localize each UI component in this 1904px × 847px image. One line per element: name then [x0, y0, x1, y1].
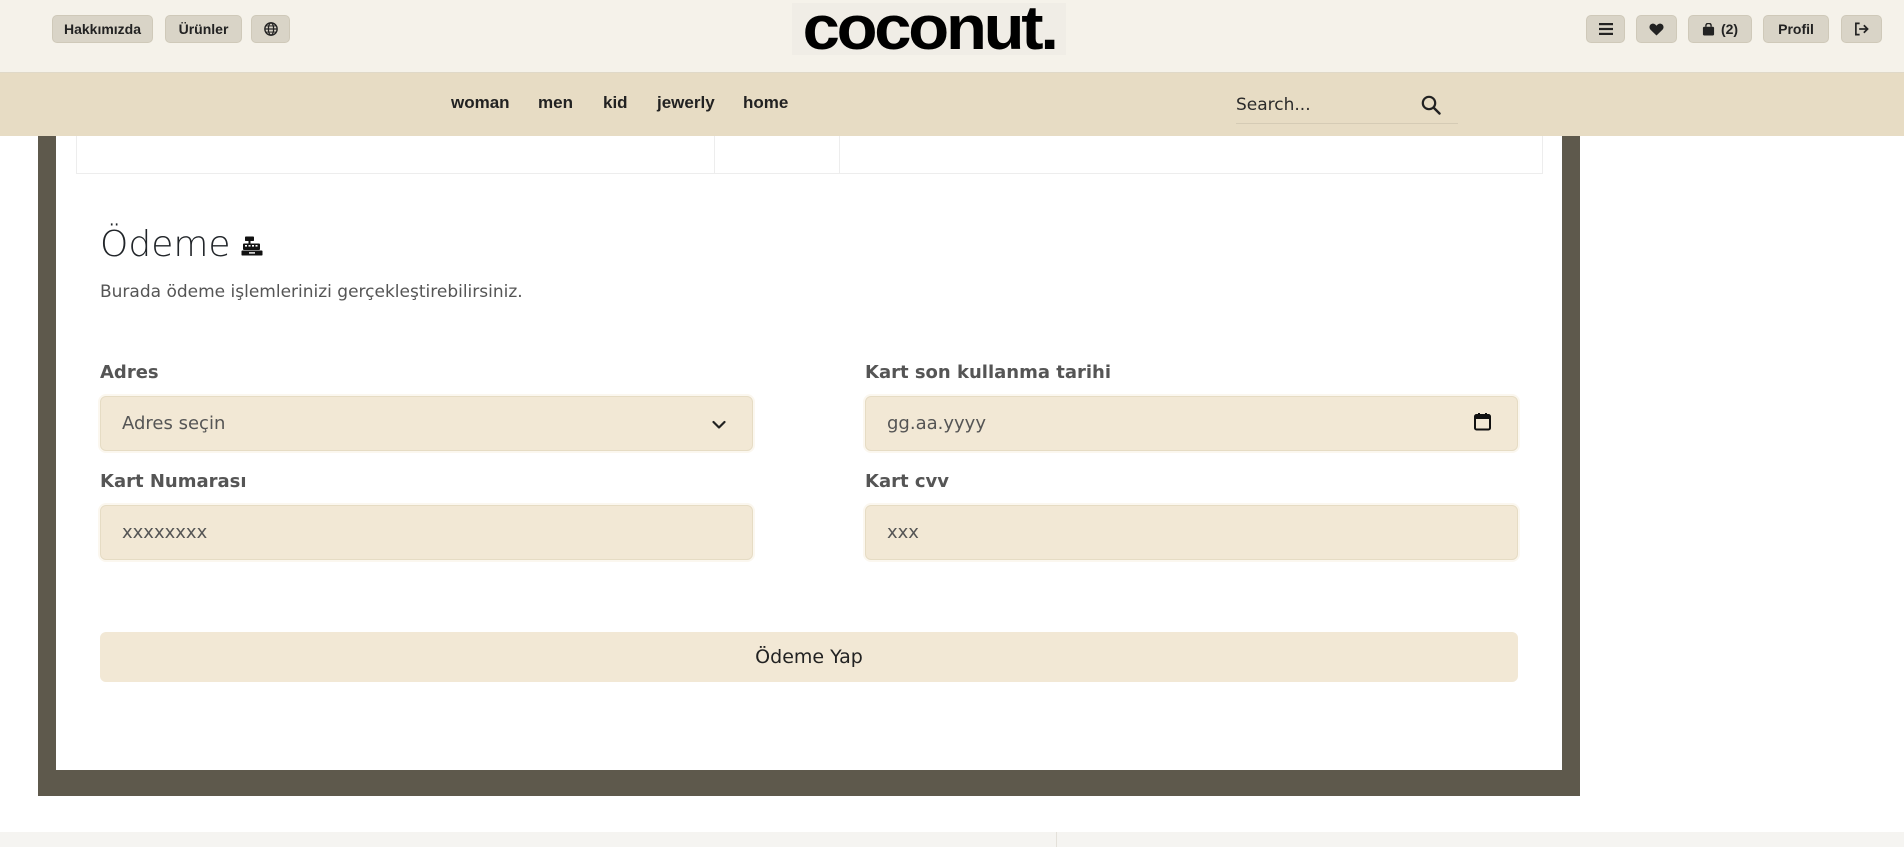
- search-input[interactable]: [1236, 88, 1416, 122]
- cvv-field[interactable]: [865, 505, 1518, 560]
- logout-icon: [1854, 22, 1869, 36]
- table-column-divider: [839, 136, 840, 174]
- card-number-field[interactable]: [100, 505, 753, 560]
- nav-link-kid[interactable]: kid: [603, 93, 628, 113]
- footer-divider: [1056, 832, 1057, 847]
- favorites-button[interactable]: [1636, 15, 1677, 43]
- brand-logo-text: coconut.: [802, 0, 1058, 63]
- expiry-date-input[interactable]: gg.aa.yyyy: [865, 396, 1518, 451]
- hamburger-menu-icon: [1598, 23, 1613, 35]
- heart-icon: [1649, 23, 1664, 36]
- nav-link-men[interactable]: men: [538, 93, 573, 113]
- nav-link-home[interactable]: home: [743, 93, 788, 113]
- logout-button[interactable]: [1841, 15, 1882, 43]
- payment-subtitle: Burada ödeme işlemlerinizi gerçekleştire…: [100, 282, 523, 302]
- search-icon[interactable]: [1421, 95, 1443, 117]
- shopping-bag-icon: [1702, 22, 1715, 36]
- products-button[interactable]: Ürünler: [165, 15, 242, 43]
- about-button-label: Hakkımızda: [63, 21, 142, 37]
- language-button[interactable]: [251, 15, 290, 43]
- payment-title-text: Ödeme: [100, 224, 231, 265]
- menu-button[interactable]: [1586, 15, 1625, 43]
- top-bar: Hakkımızda Ürünler coconut. (2) Profil: [0, 0, 1904, 73]
- nav-link-woman[interactable]: woman: [451, 93, 510, 113]
- pay-button[interactable]: Ödeme Yap: [100, 632, 1518, 682]
- products-button-label: Ürünler: [178, 21, 229, 37]
- about-button[interactable]: Hakkımızda: [52, 15, 153, 43]
- pay-button-label: Ödeme Yap: [755, 646, 863, 668]
- nav-link-jewerly[interactable]: jewerly: [657, 93, 715, 113]
- cart-table-bottom: [76, 136, 1543, 174]
- cash-register-icon: [241, 224, 263, 265]
- profile-button-label: Profil: [1778, 21, 1814, 37]
- card-number-label: Kart Numarası: [100, 471, 247, 492]
- calendar-icon[interactable]: [1474, 412, 1491, 435]
- address-select-value: Adres seçin: [122, 413, 226, 434]
- payment-title: Ödeme: [100, 224, 263, 265]
- brand-logo[interactable]: coconut.: [792, 0, 1066, 60]
- table-column-divider: [714, 136, 715, 174]
- card-number-input[interactable]: [122, 506, 752, 559]
- profile-button[interactable]: Profil: [1763, 15, 1829, 43]
- globe-icon: [263, 22, 278, 36]
- address-label: Adres: [100, 362, 159, 383]
- cvv-input[interactable]: [887, 506, 1517, 559]
- cvv-label: Kart cvv: [865, 471, 949, 492]
- cart-button[interactable]: (2): [1688, 15, 1752, 43]
- expiry-date-placeholder: gg.aa.yyyy: [887, 413, 986, 434]
- footer-strip: [0, 832, 1904, 847]
- expiry-label: Kart son kullanma tarihi: [865, 362, 1112, 383]
- cart-count-badge: (2): [1720, 21, 1739, 37]
- category-nav-bar: woman men kid jewerly home: [0, 73, 1904, 136]
- address-select[interactable]: Adres seçin: [100, 396, 753, 451]
- chevron-down-icon: [712, 413, 726, 434]
- search-box: [1236, 88, 1458, 124]
